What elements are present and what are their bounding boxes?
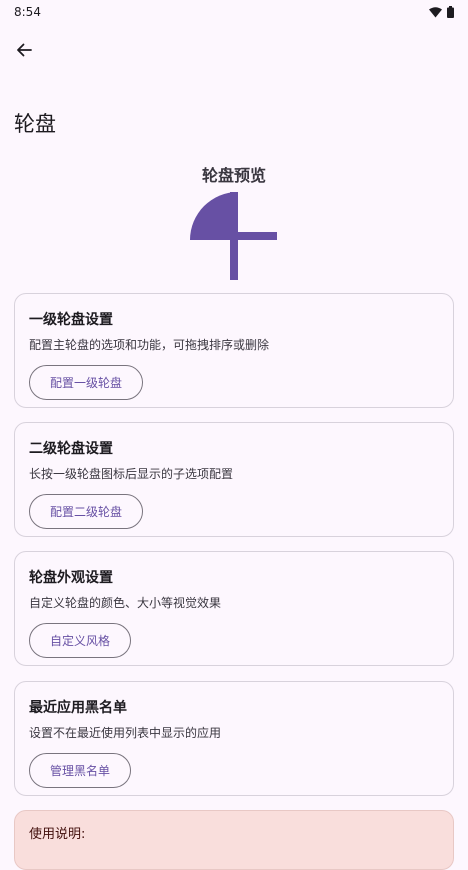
- manage-blacklist-button[interactable]: 管理黑名单: [29, 753, 132, 788]
- wheel-preview-graphic: [190, 192, 277, 280]
- customize-style-button[interactable]: 自定义风格: [29, 623, 132, 658]
- configure-secondary-wheel-button[interactable]: 配置二级轮盘: [29, 494, 144, 529]
- status-bar: 8:54: [0, 0, 468, 24]
- wifi-icon: [429, 6, 442, 17]
- back-button[interactable]: [12, 38, 36, 62]
- appearance-card: 轮盘外观设置 自定义轮盘的颜色、大小等视觉效果 自定义风格: [14, 551, 454, 666]
- configure-primary-wheel-button[interactable]: 配置一级轮盘: [29, 365, 144, 400]
- status-icons: [429, 6, 454, 18]
- card-description: 设置不在最近使用列表中显示的应用: [29, 726, 222, 740]
- primary-wheel-card: 一级轮盘设置 配置主轮盘的选项和功能，可拖拽排序或删除 配置一级轮盘: [14, 293, 454, 408]
- battery-icon: [447, 6, 454, 18]
- card-description: 自定义轮盘的颜色、大小等视觉效果: [29, 596, 222, 610]
- arrow-back-icon: [17, 43, 32, 57]
- card-title: 轮盘外观设置: [29, 570, 113, 586]
- card-description: 配置主轮盘的选项和功能，可拖拽排序或删除: [29, 338, 270, 352]
- card-title: 二级轮盘设置: [29, 441, 113, 457]
- card-title: 一级轮盘设置: [29, 312, 113, 328]
- recent-apps-blacklist-card: 最近应用黑名单 设置不在最近使用列表中显示的应用 管理黑名单: [14, 681, 454, 796]
- preview-title: 轮盘预览: [201, 166, 266, 185]
- card-description: 长按一级轮盘图标后显示的子选项配置: [29, 467, 234, 481]
- secondary-wheel-card: 二级轮盘设置 长按一级轮盘图标后显示的子选项配置 配置二级轮盘: [14, 422, 454, 537]
- status-time: 8:54: [14, 5, 41, 19]
- usage-info-card: 使用说明:: [14, 810, 454, 870]
- page-title: 轮盘: [14, 112, 56, 136]
- card-title: 最近应用黑名单: [29, 700, 127, 716]
